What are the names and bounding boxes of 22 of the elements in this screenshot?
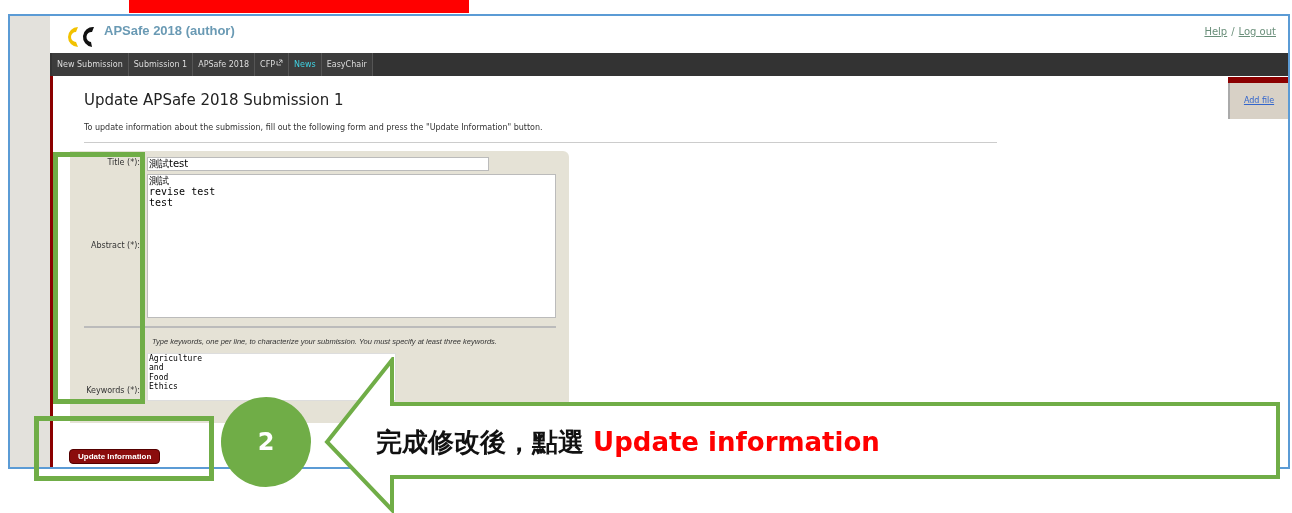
add-file-tab[interactable]: Add file — [1228, 83, 1288, 119]
update-information-button[interactable]: Update Information — [69, 449, 161, 464]
nav-tab[interactable]: EasyChair — [321, 53, 373, 76]
callout-text: 完成修改後，點選 Update information — [376, 426, 880, 459]
nav-tab[interactable]: New Submission — [52, 53, 129, 76]
logout-link[interactable]: Log out — [1238, 24, 1276, 39]
title-field[interactable]: 測試test — [147, 156, 489, 171]
site-title: APSafe 2018 (author) — [104, 22, 235, 41]
help-link[interactable]: Help — [1204, 24, 1228, 39]
side-tab-accent — [1228, 77, 1288, 83]
nav-tab[interactable]: APSafe 2018 — [193, 53, 256, 76]
nav-tab[interactable]: CFP — [255, 53, 290, 76]
page-heading: Update APSafe 2018 Submission 1 — [84, 90, 345, 111]
abstract-field[interactable]: 測試 revise test test — [147, 173, 556, 318]
page-intro: To update information about the submission, fill out the following form and press the "Update Information" button. — [84, 121, 544, 134]
field-label: Title (*): — [107, 156, 140, 169]
link-separator: / — [1231, 25, 1235, 39]
nav-tab[interactable]: Submission 1 — [128, 53, 194, 76]
nav-tab[interactable]: News — [289, 53, 322, 76]
field-label: Abstract (*): — [90, 239, 140, 252]
keywords-field[interactable]: Agriculture and Food Ethics — [147, 352, 396, 401]
field-label: Keywords (*): — [86, 384, 140, 397]
